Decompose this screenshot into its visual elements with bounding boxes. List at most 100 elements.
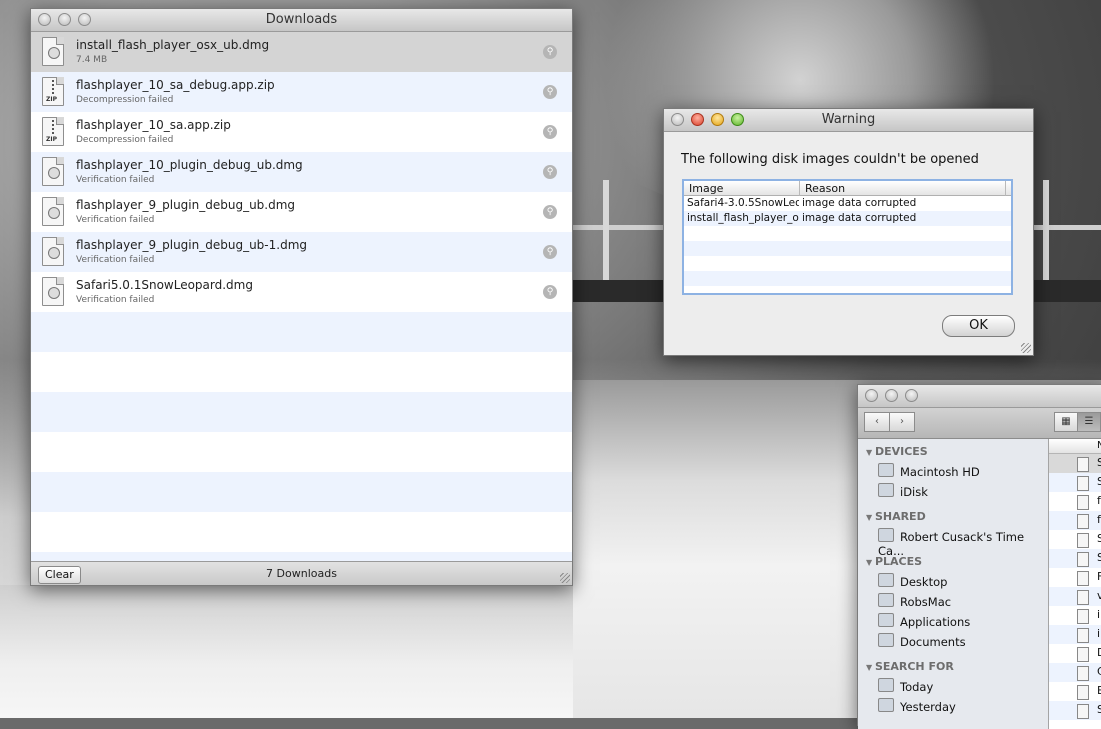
sidebar-item-label: Robert Cusack's Time Ca... (878, 530, 1025, 558)
zoom-icon[interactable] (905, 389, 918, 402)
finder-titlebar[interactable] (858, 385, 1101, 408)
downloads-list[interactable]: install_flash_player_osx_ub.dmg 7.4 MB ⚲ ZI… (31, 32, 572, 562)
sidebar-item-label: Macintosh HD (900, 465, 980, 479)
file-name: f (1097, 513, 1101, 526)
file-row[interactable]: S (1049, 454, 1101, 473)
file-name: S (1097, 551, 1101, 564)
reveal-in-finder-icon[interactable]: ⚲ (543, 125, 557, 139)
file-name: f (1097, 494, 1101, 507)
download-item[interactable]: flashplayer_10_plugin_debug_ub.dmg Verifi… (31, 152, 572, 192)
download-status: 7.4 MB (76, 55, 108, 65)
sidebar-item-label: Today (900, 680, 934, 694)
river (0, 585, 573, 718)
sidebar-item-label: iDisk (900, 485, 928, 499)
back-button[interactable]: ‹ (864, 412, 890, 432)
bridge-post (1043, 180, 1049, 290)
reveal-in-finder-icon[interactable]: ⚲ (543, 45, 557, 59)
empty-row (31, 352, 572, 392)
column-header-name[interactable]: N (1097, 440, 1101, 451)
ok-button[interactable]: OK (942, 315, 1015, 337)
disk-image-table[interactable]: Image Reason Safari4-3.0.5SnowLeop image … (682, 179, 1013, 295)
file-list-header[interactable]: N (1049, 439, 1101, 454)
file-name: S (1097, 475, 1101, 488)
close-icon[interactable] (865, 389, 878, 402)
reveal-in-finder-icon[interactable]: ⚲ (543, 165, 557, 179)
file-row[interactable]: D (1049, 644, 1101, 663)
sidebar-item[interactable]: iDisk (878, 483, 928, 499)
sidebar-item[interactable]: Documents (878, 633, 966, 649)
sidebar-item[interactable]: Desktop (878, 573, 947, 589)
file-row[interactable]: f (1049, 511, 1101, 530)
resize-grip-icon[interactable] (1021, 343, 1031, 353)
column-header-image[interactable]: Image (684, 181, 800, 196)
empty-row (31, 472, 572, 512)
download-status: Verification failed (76, 295, 155, 305)
file-row[interactable]: S (1049, 701, 1101, 720)
file-row[interactable]: S (1049, 473, 1101, 492)
resize-grip-icon[interactable] (560, 573, 570, 583)
cell-image: Safari4-3.0.5SnowLeop (687, 197, 799, 209)
file-icon (1077, 685, 1089, 700)
file-row[interactable]: v (1049, 587, 1101, 606)
table-row[interactable]: Safari4-3.0.5SnowLeop image data corrupte… (684, 196, 1011, 211)
sidebar-item[interactable]: Robert Cusack's Time Ca... (878, 528, 1048, 558)
empty-row (684, 241, 1011, 256)
file-icon (1077, 590, 1089, 605)
sidebar-item[interactable]: RobsMac (878, 593, 951, 609)
disk-image-icon (42, 157, 64, 186)
file-row[interactable]: E (1049, 682, 1101, 701)
download-item[interactable]: Safari5.0.1SnowLeopard.dmg Verification f… (31, 272, 572, 312)
download-item[interactable]: ZIP flashplayer_10_sa.app.zip Decompressio… (31, 112, 572, 152)
file-row[interactable]: i (1049, 606, 1101, 625)
reveal-in-finder-icon[interactable]: ⚲ (543, 285, 557, 299)
download-status: Verification failed (76, 175, 155, 185)
forward-button[interactable]: › (889, 412, 915, 432)
sidebar-item-icon (878, 528, 894, 542)
download-item[interactable]: flashplayer_9_plugin_debug_ub.dmg Verific… (31, 192, 572, 232)
sidebar-section-header[interactable]: SEARCH FOR (866, 660, 954, 673)
sidebar-item-label: Documents (900, 635, 966, 649)
downloads-window: Downloads install_flash_player_osx_ub.dm… (30, 8, 573, 586)
file-row[interactable]: S (1049, 530, 1101, 549)
file-icon (1077, 457, 1089, 472)
file-row[interactable]: f (1049, 492, 1101, 511)
table-row[interactable]: install_flash_player_os image data corrup… (684, 211, 1011, 226)
reveal-in-finder-icon[interactable]: ⚲ (543, 205, 557, 219)
file-row[interactable]: i (1049, 625, 1101, 644)
finder-file-list[interactable]: N SSffSSFviiDCES (1048, 439, 1101, 729)
sidebar-item[interactable]: Today (878, 678, 933, 694)
file-row[interactable]: F (1049, 568, 1101, 587)
download-filename: flashplayer_9_plugin_debug_ub.dmg (76, 198, 296, 212)
sidebar-section-header[interactable]: DEVICES (866, 445, 928, 458)
file-row[interactable]: C (1049, 663, 1101, 682)
minimize-icon[interactable] (885, 389, 898, 402)
finder-window: ‹ › ▦ ☰ DEVICES Macintosh HD iDisk SHARED Ro… (857, 384, 1101, 729)
sidebar-item-label: Applications (900, 615, 971, 629)
file-icon (1077, 514, 1089, 529)
icon-view-button[interactable]: ▦ (1054, 412, 1078, 432)
file-icon (1077, 571, 1089, 586)
download-item[interactable]: flashplayer_9_plugin_debug_ub-1.dmg Verif… (31, 232, 572, 272)
file-name: v (1097, 589, 1101, 602)
download-item[interactable]: install_flash_player_osx_ub.dmg 7.4 MB ⚲ (31, 32, 572, 72)
cell-reason: image data corrupted (802, 212, 917, 224)
sidebar-item-icon (878, 698, 894, 712)
downloads-titlebar[interactable]: Downloads (31, 9, 572, 32)
sidebar-section-header[interactable]: PLACES (866, 555, 922, 568)
sidebar-item[interactable]: Applications (878, 613, 970, 629)
file-icon (1077, 533, 1089, 548)
download-item[interactable]: ZIP flashplayer_10_sa_debug.app.zip Decomp… (31, 72, 572, 112)
reveal-in-finder-icon[interactable]: ⚲ (543, 85, 557, 99)
empty-row (31, 512, 572, 552)
file-row[interactable]: S (1049, 549, 1101, 568)
disk-image-icon (42, 197, 64, 226)
reveal-in-finder-icon[interactable]: ⚲ (543, 245, 557, 259)
list-view-button[interactable]: ☰ (1077, 412, 1101, 432)
sidebar-item[interactable]: Macintosh HD (878, 463, 980, 479)
sidebar-section-header[interactable]: SHARED (866, 510, 926, 523)
download-filename: flashplayer_10_sa_debug.app.zip (76, 78, 275, 92)
sidebar-item[interactable]: Yesterday (878, 698, 956, 714)
warning-titlebar[interactable]: Warning (664, 109, 1033, 132)
zip-file-icon: ZIP (42, 117, 64, 146)
column-header-reason[interactable]: Reason (800, 181, 1006, 196)
